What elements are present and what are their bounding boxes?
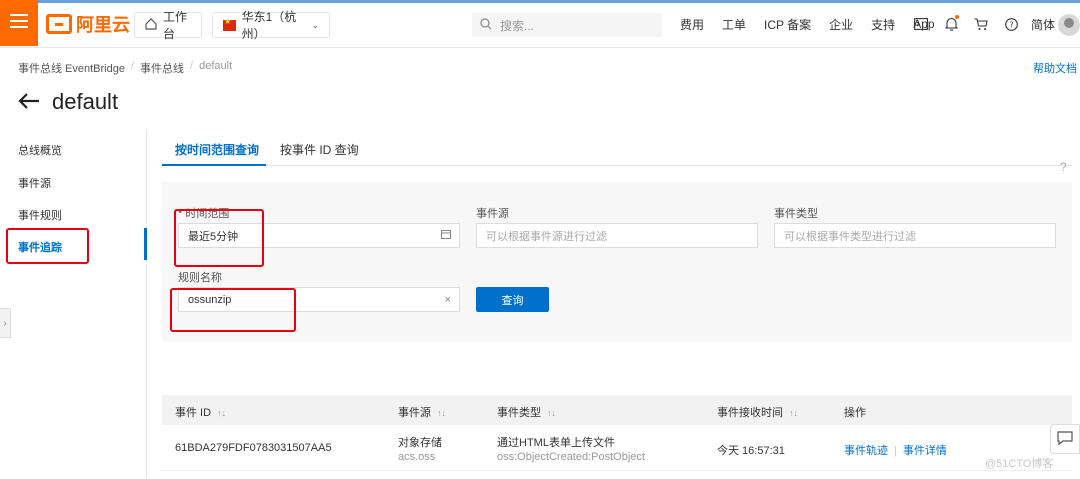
region-selector[interactable]: 华东1（杭州） ⌄ [212, 10, 330, 41]
event-source-placeholder: 可以根据事件源进行过滤 [486, 230, 607, 243]
language-switch[interactable]: 简体 [1026, 16, 1060, 33]
calendar-icon [441, 229, 451, 242]
sidebar-active-indicator [144, 228, 147, 260]
sidebar-item-overview[interactable]: 总线概览 [18, 142, 62, 158]
sort-icon: ↑↓ [547, 408, 556, 418]
highlight-box-sidebar [6, 228, 89, 264]
column-header-source[interactable]: 事件源 ↑↓ [398, 404, 446, 420]
breadcrumb: 事件总线 EventBridge / 事件总线 / default [18, 60, 232, 76]
highlight-box-time-range [174, 209, 264, 267]
back-arrow-icon[interactable] [18, 88, 40, 116]
top-bar: 阿里云 工作台 华东1（杭州） ⌄ 搜索... 费用 工单 ICP 备案 企业 … [0, 0, 1080, 48]
cart-icon[interactable] [966, 17, 996, 31]
help-icon[interactable]: ? [996, 17, 1026, 31]
filter-panel [162, 182, 1072, 342]
breadcrumb-event-bus[interactable]: 事件总线 [140, 60, 184, 76]
cell-source-sub: acs.oss [398, 451, 436, 463]
column-header-label: 事件源 [398, 407, 431, 419]
nav-link-icp[interactable]: ICP 备案 [764, 16, 811, 33]
sort-icon: ↑↓ [437, 408, 446, 418]
event-type-placeholder: 可以根据事件类型进行过滤 [784, 230, 916, 243]
chat-icon [1057, 430, 1073, 448]
query-tabs: 按时间范围查询 按事件 ID 查询 [162, 130, 1072, 166]
region-label: 华东1（杭州） [241, 10, 297, 41]
console-window: 阿里云 工作台 华东1（杭州） ⌄ 搜索... 费用 工单 ICP 备案 企业 … [0, 0, 1080, 479]
page-title: default [18, 88, 118, 116]
brand-logo[interactable]: 阿里云 [46, 12, 130, 36]
cell-type-sub: oss:ObjectCreated:PostObject [497, 451, 645, 463]
cell-source: 对象存储 [398, 437, 442, 449]
notification-dot [955, 15, 959, 19]
active-tab-underline [162, 164, 266, 166]
column-header-label: 事件 ID [175, 407, 212, 419]
column-header-type[interactable]: 事件类型 ↑↓ [497, 404, 556, 420]
tab-event-id[interactable]: 按事件 ID 查询 [280, 141, 359, 158]
search-icon [480, 17, 492, 33]
avatar[interactable] [1058, 14, 1080, 36]
cell-actions: 事件轨迹 | 事件详情 [844, 442, 947, 458]
rule-name-label: 规则名称 [178, 272, 222, 284]
nav-link-support[interactable]: 支持 [871, 16, 895, 33]
top-icon-group: ? 简体 [906, 0, 1060, 48]
svg-text:?: ? [1009, 20, 1013, 29]
breadcrumb-eventbridge[interactable]: 事件总线 EventBridge [18, 60, 125, 76]
chevron-right-icon: › [3, 317, 7, 329]
table-header: 事件 ID ↑↓ 事件源 ↑↓ 事件类型 ↑↓ 事件接收时间 ↑↓ 操作 [162, 395, 1072, 425]
nav-link-tickets[interactable]: 工单 [722, 16, 746, 33]
chat-support-button[interactable] [1050, 424, 1080, 454]
event-type-input[interactable]: 可以根据事件类型进行过滤 [774, 223, 1056, 248]
highlight-box-rule-name [170, 288, 296, 332]
breadcrumb-current: default [199, 60, 233, 72]
terminal-icon[interactable] [906, 18, 936, 30]
help-doc-link[interactable]: 帮助文档 [1033, 60, 1077, 76]
sort-icon: ↑↓ [217, 408, 227, 418]
nav-link-enterprise[interactable]: 企业 [829, 16, 853, 33]
breadcrumb-separator: / [190, 60, 194, 72]
sidebar-divider [146, 130, 147, 479]
cell-received-time: 今天 16:57:31 [717, 445, 785, 457]
cell-type: 通过HTML表单上传文件 [497, 437, 615, 449]
query-button[interactable]: 查询 [476, 287, 549, 312]
column-header-actions: 操作 [844, 407, 866, 419]
sort-icon: ↑↓ [789, 408, 798, 418]
cell-event-id: 61BDA279FDF0783031507AA5 [175, 442, 332, 454]
logo-mark-icon [46, 14, 72, 34]
column-header-received-time[interactable]: 事件接收时间 ↑↓ [717, 404, 798, 420]
event-trace-link[interactable]: 事件轨迹 [844, 445, 888, 457]
column-header-event-id[interactable]: 事件 ID ↑↓ [175, 404, 226, 420]
china-flag-icon [223, 17, 236, 31]
event-detail-link[interactable]: 事件详情 [903, 445, 947, 457]
nav-link-billing[interactable]: 费用 [680, 16, 704, 33]
page-title-text: default [52, 89, 119, 114]
global-search-input[interactable]: 搜索... [472, 13, 662, 37]
workbench-button[interactable]: 工作台 [134, 10, 202, 41]
search-placeholder: 搜索... [500, 18, 535, 33]
hamburger-menu-button[interactable] [0, 0, 38, 46]
breadcrumb-separator: / [130, 60, 135, 72]
column-header-label: 事件类型 [497, 407, 541, 419]
chevron-down-icon: ⌄ [311, 19, 319, 30]
home-icon [145, 17, 157, 33]
clear-icon[interactable]: × [445, 294, 451, 306]
bell-icon[interactable] [936, 15, 966, 31]
brand-name: 阿里云 [76, 15, 130, 35]
sidebar-item-event-source[interactable]: 事件源 [18, 175, 51, 191]
sidebar-item-event-rules[interactable]: 事件规则 [18, 207, 62, 223]
column-header-label: 事件接收时间 [717, 407, 783, 419]
question-mark-icon[interactable]: ? [1060, 160, 1067, 174]
workbench-label: 工作台 [163, 10, 188, 41]
tab-time-range[interactable]: 按时间范围查询 [175, 141, 259, 158]
event-source-input[interactable]: 可以根据事件源进行过滤 [476, 223, 758, 248]
sidebar-collapse-handle[interactable]: › [0, 308, 11, 338]
event-type-label: 事件类型 [774, 208, 818, 220]
event-source-label: 事件源 [476, 208, 509, 220]
hamburger-icon [10, 13, 28, 33]
action-separator: | [894, 445, 897, 457]
watermark: @51CTO博客 [985, 458, 1054, 470]
table-row: 61BDA279FDF0783031507AA5 对象存储 acs.oss 通过… [162, 425, 1072, 471]
